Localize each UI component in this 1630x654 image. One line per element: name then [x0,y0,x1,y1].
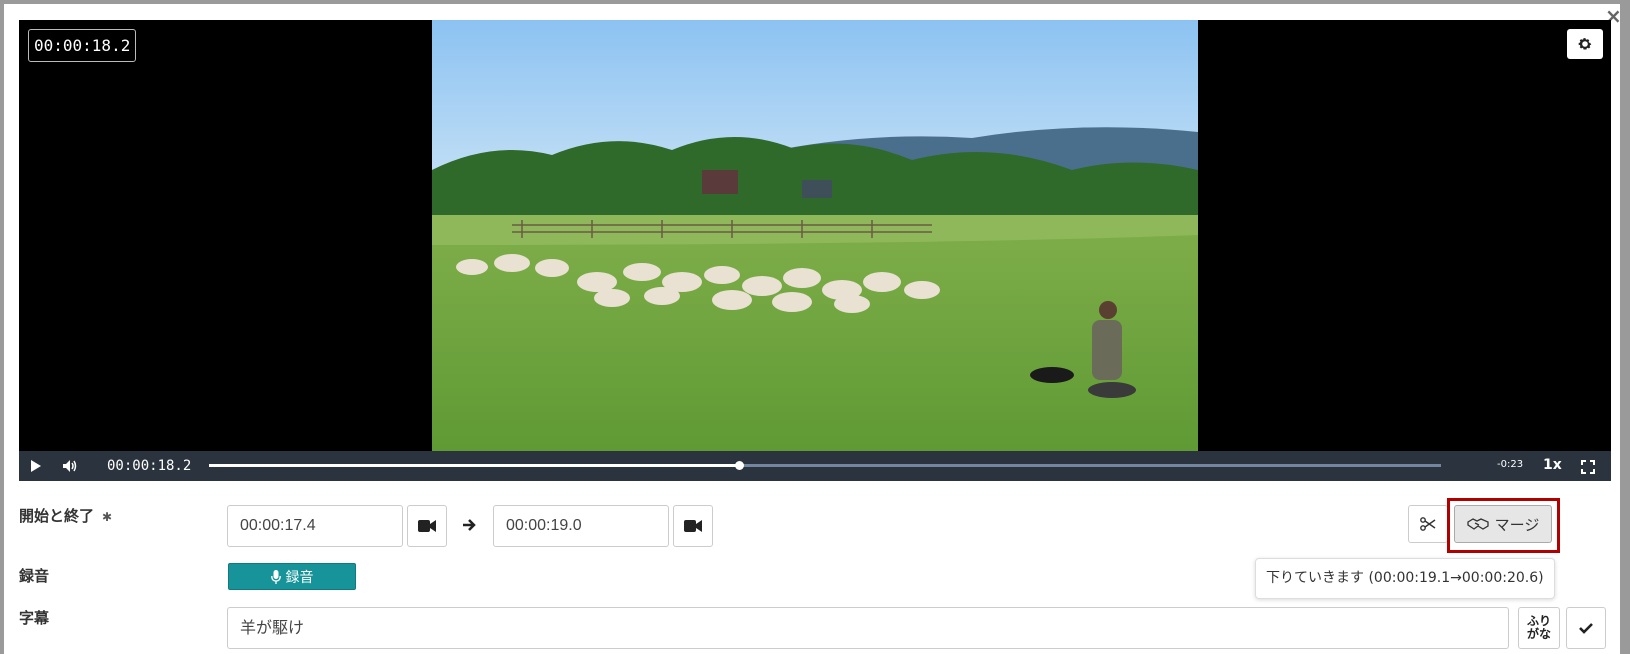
volume-icon [63,460,77,472]
volume-button[interactable] [53,451,87,481]
play-icon [31,460,41,472]
record-button-label: 録音 [285,569,314,586]
fullscreen-icon [1581,460,1595,474]
microphone-icon [270,569,281,584]
arrow-right-icon [462,517,476,536]
furigana-label: ふり がな [1527,615,1551,641]
merge-tooltip: 下りていきます (00:00:19.1→00:00:20.6) [1255,558,1555,599]
record-button[interactable]: 録音 [228,563,356,590]
backdrop-right [1620,0,1630,654]
video-camera-icon [418,520,436,532]
set-end-from-video-button[interactable] [673,505,713,547]
current-time: 00:00:18.2 [107,458,192,474]
required-mark: ✱ [102,510,113,524]
set-start-from-video-button[interactable] [407,505,447,547]
remaining-time: -0:23 [1497,459,1524,470]
split-button[interactable] [1408,505,1448,543]
merge-button-label: マージ [1494,515,1540,534]
check-icon [1579,623,1593,634]
fullscreen-button[interactable] [1581,459,1595,478]
settings-button[interactable] [1567,29,1603,59]
furigana-button[interactable]: ふり がな [1518,607,1560,649]
start-end-label-text: 開始と終了 [19,507,95,525]
video-frame [432,20,1198,451]
player-control-bar: 00:00:18.2 -0:23 1x [19,451,1611,481]
time-overlay: 00:00:18.2 [28,29,137,62]
start-time-input[interactable]: 00:00:17.4 [227,505,403,547]
scissors-icon [1420,517,1436,531]
recording-label: 録音 [19,567,50,585]
progress-knob[interactable] [734,461,744,470]
merge-button[interactable]: マージ [1454,505,1552,543]
subtitle-label: 字幕 [19,609,50,627]
progress-fill [209,464,739,467]
settings-icon [1578,38,1592,50]
confirm-button[interactable] [1566,607,1606,649]
video-player[interactable]: 00:00:18.2 00:00:18.2 -0:23 1x [19,20,1611,481]
play-button[interactable] [19,451,53,481]
video-scene-image [432,20,1198,451]
video-camera-icon [684,520,702,532]
end-time-input[interactable]: 00:00:19.0 [493,505,669,547]
start-end-label: 開始と終了 ✱ [19,505,112,526]
progress-bar[interactable] [209,461,1441,470]
playback-rate-button[interactable]: 1x [1543,457,1562,473]
furigana-bottom: がな [1526,627,1551,641]
handshake-icon [1466,518,1489,530]
subtitle-input[interactable]: 羊が駆け [227,607,1509,649]
